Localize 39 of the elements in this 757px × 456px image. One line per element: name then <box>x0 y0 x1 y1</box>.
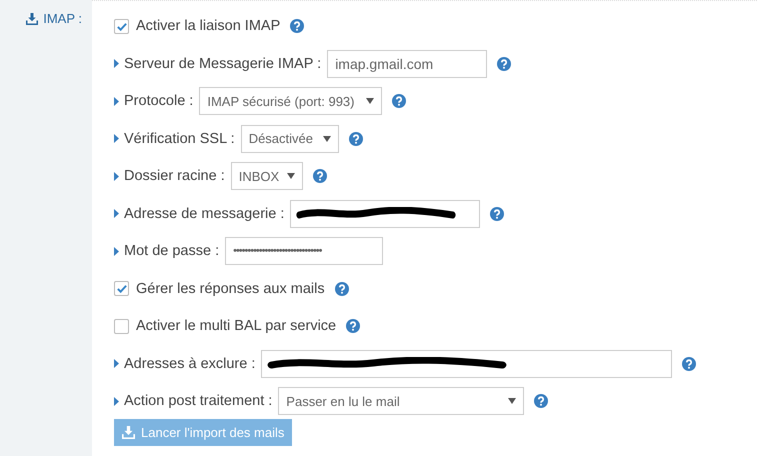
caret-down-icon <box>366 98 374 104</box>
check-icon <box>116 283 128 294</box>
caret-icon <box>114 96 119 106</box>
field-label: Vérification SSL : <box>124 130 235 146</box>
section-label: IMAP : <box>43 11 82 26</box>
checkbox[interactable] <box>114 318 129 334</box>
caret-down-icon <box>508 398 516 404</box>
field-label: Adresses à exclure : <box>124 356 256 372</box>
caret-icon <box>114 359 119 368</box>
caret-icon <box>114 59 119 68</box>
field-label: Mot de passe : <box>124 243 220 259</box>
dropdown[interactable]: IMAP sécurisé (port: 993) <box>199 87 382 115</box>
field-label: Protocole : <box>124 93 194 109</box>
caret-icon <box>114 396 119 406</box>
dropdown[interactable]: Désactivée <box>240 124 339 152</box>
dropdown[interactable]: Passer en lu le mail <box>278 387 524 415</box>
caret-down-icon <box>322 136 331 142</box>
checkbox-label: Gérer les réponses aux mails <box>136 280 325 296</box>
caret-icon <box>114 172 119 180</box>
check-icon <box>116 20 128 32</box>
input-field[interactable] <box>290 200 480 228</box>
caret-icon <box>114 246 119 256</box>
caret-down-icon <box>286 173 295 179</box>
caret-icon <box>114 134 119 143</box>
caret-icon <box>114 209 119 218</box>
input-field[interactable] <box>261 350 672 378</box>
checkbox[interactable] <box>114 281 129 296</box>
field-label: Adresse de messagerie : <box>124 206 284 222</box>
password-field[interactable]: ••••••••••••••••••••••••••••••• <box>225 237 384 265</box>
download-icon <box>26 13 38 25</box>
field-label: Serveur de Messagerie IMAP : <box>124 56 322 72</box>
input-field[interactable]: imap.gmail.com <box>327 50 488 78</box>
checkbox[interactable] <box>114 18 129 34</box>
checkbox-label: Activer la liaison IMAP <box>136 18 280 34</box>
checkbox-label: Activer le multi BAL par service <box>136 318 336 334</box>
download-icon <box>122 426 135 438</box>
field-label: Action post traitement : <box>124 393 272 409</box>
dropdown[interactable]: INBOX <box>230 162 303 190</box>
field-label: Dossier racine : <box>124 168 225 184</box>
